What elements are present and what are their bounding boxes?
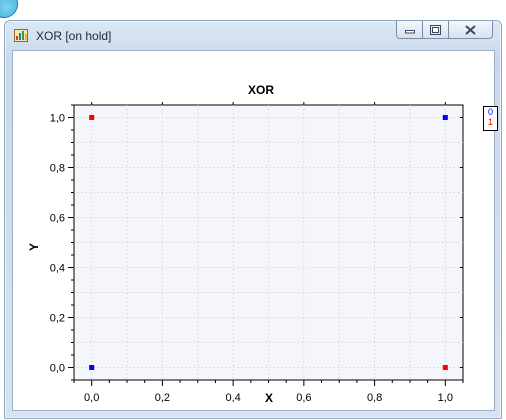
x-axis-label: X	[265, 391, 273, 405]
close-icon	[465, 24, 476, 35]
chart-app-icon	[14, 29, 28, 42]
x-tick-label: 0,2	[155, 392, 170, 404]
y-tick-label: 0,0	[50, 363, 65, 375]
data-point-series-0	[442, 115, 448, 120]
x-tick-label: 0,4	[225, 392, 240, 404]
y-axis-label: Y	[27, 243, 41, 251]
xor-window: XOR [on hold] XOR 0,0 0,2 0,4 0,6 0,8 1,…	[4, 20, 502, 419]
plot-area	[73, 104, 464, 381]
xor-scatter-chart: XOR 0,0 0,2 0,4 0,6 0,8 1,0 0,0 0,2 0,4 0,6 0,8 1,0…	[27, 83, 464, 405]
x-tick-label: 0,0	[84, 392, 99, 404]
x-tick-label: 1,0	[438, 392, 453, 404]
y-tick-label: 0,6	[50, 213, 65, 225]
title-bar[interactable]: XOR [on hold]	[5, 21, 501, 49]
data-point-series-1	[89, 115, 95, 120]
chart-title: XOR	[248, 83, 274, 97]
x-tick-label: 0,6	[296, 392, 311, 404]
decorative-orb	[0, 0, 18, 18]
window-title: XOR [on hold]	[36, 29, 112, 43]
maximize-button[interactable]	[423, 21, 449, 39]
x-tick-label: 0,8	[367, 392, 382, 404]
data-point-series-1	[442, 365, 448, 370]
data-point-series-0	[89, 365, 95, 370]
y-tick-label: 0,4	[50, 263, 65, 275]
y-tick-label: 0,8	[50, 163, 65, 175]
minimize-icon	[404, 29, 415, 33]
maximize-icon	[430, 24, 441, 35]
legend: 0 1	[483, 106, 498, 131]
close-button[interactable]	[449, 21, 493, 39]
caption-buttons	[396, 21, 493, 41]
chart-area: XOR 0,0 0,2 0,4 0,6 0,8 1,0 0,0 0,2 0,4 0,6 0,8 1,0…	[12, 50, 498, 411]
minimize-button[interactable]	[396, 21, 423, 39]
legend-entry-1: 1	[487, 117, 493, 127]
y-tick-label: 1,0	[50, 113, 65, 125]
legend-entry-0: 0	[487, 107, 493, 117]
y-tick-label: 0,2	[50, 313, 65, 325]
